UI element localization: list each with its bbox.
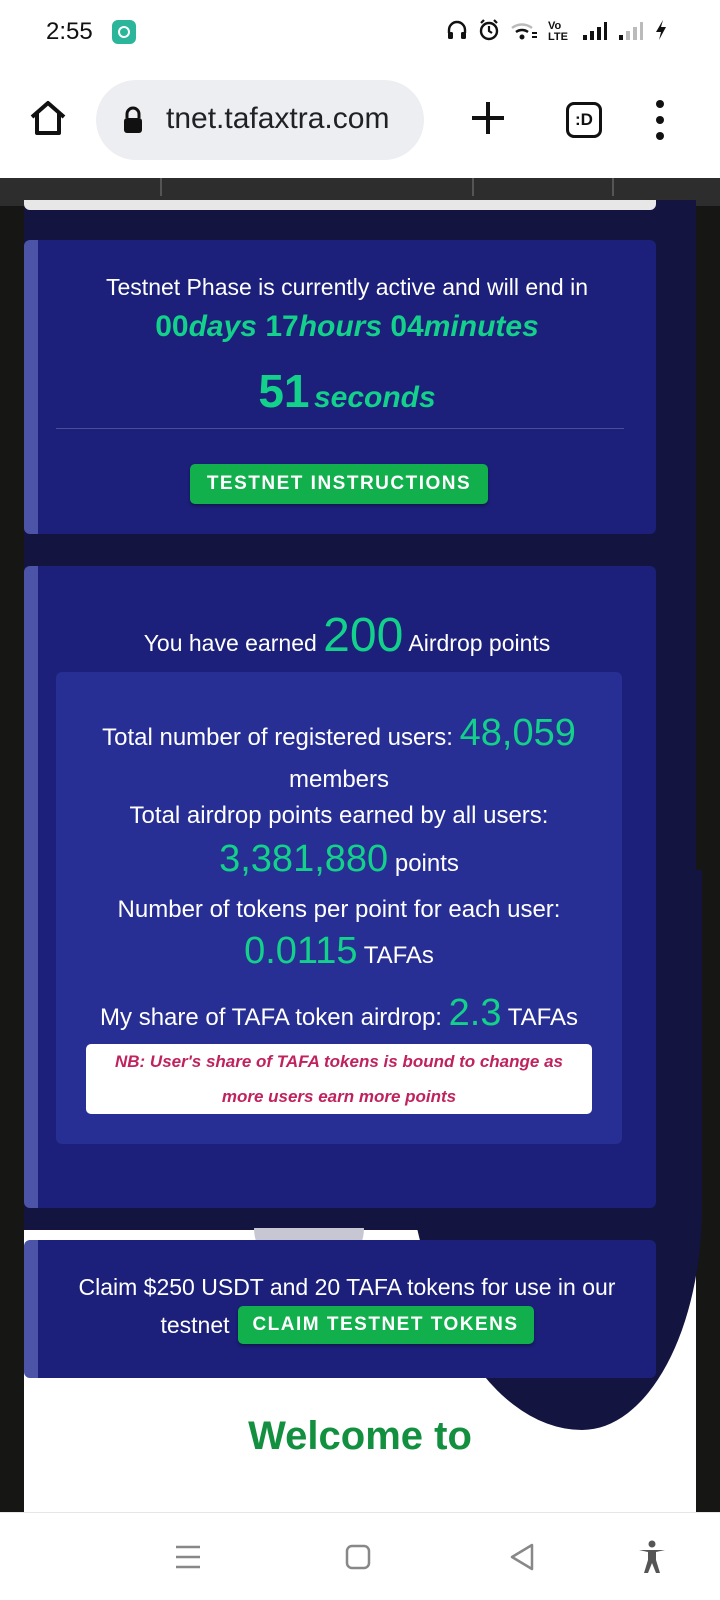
wifi-icon [510,19,538,46]
stats-box: Total number of registered users: 48,059… [56,672,622,1144]
accessibility-button[interactable] [634,1539,670,1575]
total-points-line: 3,381,880 points [56,838,622,881]
registered-unit: members [288,766,390,793]
countdown-hours-unit: hours [298,310,383,343]
volte-icon: Vo LTE [548,20,568,43]
square-icon [345,1544,371,1570]
registered-line: Total number of registered users: 48,059 [56,712,622,755]
charging-icon [654,19,668,46]
claim-line1: Claim $250 USDT and 20 TAFA tokens for u… [78,1274,616,1300]
registered-label: Total number of registered users: [102,724,453,751]
browser-toolbar: tnet.tafaxtra.com :D [0,64,720,178]
tokens-per-point-value: 0.0115 [244,930,358,972]
countdown-divider [56,428,624,429]
back-triangle-icon [510,1543,534,1571]
airdrop-card: You have earned 200 Airdrop points Total… [24,566,656,1208]
tab-switcher-button[interactable]: :D [566,102,602,138]
countdown-seconds: 51 [258,365,310,417]
tokens-per-point-label: Number of tokens per point for each user… [117,896,561,923]
countdown-sec: 51 seconds [38,364,656,418]
countdown-hours: 17 [265,310,299,343]
countdown-days-unit: days [188,310,257,343]
menu-dot [656,116,664,124]
status-bar: 2:55 Vo LTE [0,0,720,64]
system-navigation-bar [0,1512,720,1600]
home-button[interactable] [28,98,68,138]
share-note-line2: more users earn more points [221,1087,457,1106]
plus-icon [472,102,504,134]
earned-value: 200 [323,609,404,662]
alarm-icon [478,18,500,46]
total-points-value: 3,381,880 [219,838,389,880]
status-time: 2:55 [46,18,93,45]
lock-icon [122,106,144,134]
url-text: tnet.tafaxtra.com [166,102,390,135]
welcome-heading: Welcome to [248,1414,472,1458]
countdown-seconds-unit: seconds [313,381,436,414]
address-bar[interactable]: tnet.tafaxtra.com [96,80,424,160]
testnet-instructions-button[interactable]: TESTNET INSTRUCTIONS [190,464,488,504]
page-inner: Testnet Phase is currently active and wi… [24,200,702,1512]
my-share-line: My share of TAFA token airdrop: 2.3 TAFA… [56,992,622,1035]
countdown-card: Testnet Phase is currently active and wi… [24,240,656,534]
signal-weak-icon [618,19,644,46]
total-points-label: Total airdrop points earned by all users… [129,802,549,829]
total-points-unit: points [394,850,459,877]
earned-line: You have earned 200 Airdrop points [38,608,656,663]
earned-prefix: You have earned [143,630,317,656]
my-share-value: 2.3 [448,992,502,1034]
tokens-per-point-line: 0.0115 TAFAs [56,930,622,973]
signal-icon [582,19,608,46]
web-page: Testnet Phase is currently active and wi… [0,178,720,1512]
claim-line2-row: testnet CLAIM TESTNET TOKENS [38,1306,656,1344]
earned-suffix: Airdrop points [408,630,551,656]
menu-dot [656,100,664,108]
countdown-minutes: 04 [390,310,424,343]
overflow-menu-button[interactable] [652,100,668,140]
countdown-intro: Testnet Phase is currently active and wi… [106,274,588,300]
app-notification-icon [112,20,136,44]
tokens-per-point-unit: TAFAs [363,942,434,969]
countdown-minutes-unit: minutes [423,310,539,343]
accessibility-icon [639,1540,665,1573]
home-icon [30,101,66,135]
status-icons: Vo LTE [446,18,668,46]
my-share-unit: TAFAs [507,1004,578,1031]
menu-lines-icon [176,1545,200,1569]
back-button[interactable] [504,1539,540,1575]
headphones-icon [446,19,468,46]
claim-line2: testnet [160,1311,230,1338]
claim-card: Claim $250 USDT and 20 TAFA tokens for u… [24,1240,656,1378]
claim-testnet-tokens-button[interactable]: CLAIM TESTNET TOKENS [237,1306,534,1344]
new-tab-button[interactable] [468,98,508,138]
my-share-label: My share of TAFA token airdrop: [100,1004,442,1031]
home-nav-button[interactable] [340,1539,376,1575]
registered-value: 48,059 [459,712,576,754]
menu-dot [656,132,664,140]
countdown-dhm: 00days 17hours 04minutes [38,310,656,344]
previous-card-edge [24,200,656,210]
countdown-days: 00 [155,310,189,343]
share-note-line1: NB: User's share of TAFA tokens is bound… [114,1052,563,1071]
share-note: NB: User's share of TAFA tokens is bound… [86,1044,592,1114]
recents-button[interactable] [170,1539,206,1575]
